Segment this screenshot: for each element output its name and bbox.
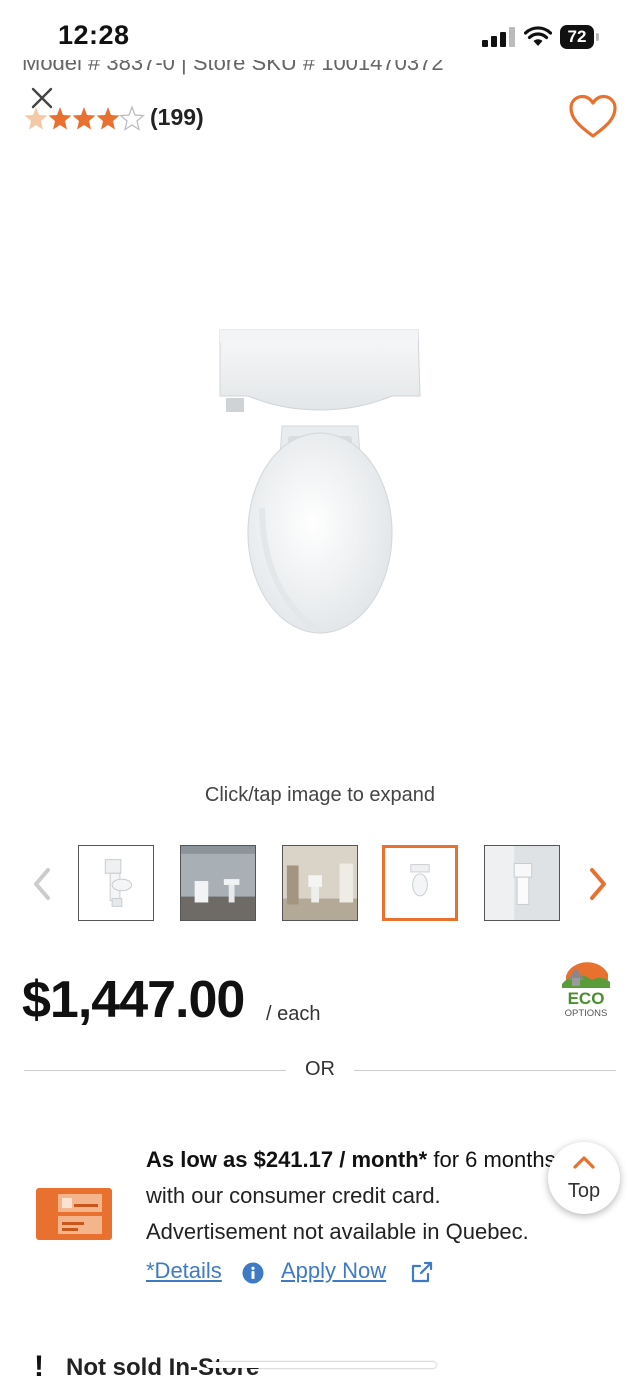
alert-icon: !: [34, 1350, 44, 1383]
star-icon: [96, 107, 120, 130]
svg-text:OPTIONS: OPTIONS: [565, 1008, 608, 1019]
thumbnail-1[interactable]: [78, 845, 154, 921]
expand-hint: Click/tap image to expand: [204, 784, 436, 806]
details-link[interactable]: *Details: [146, 1258, 222, 1284]
thumbnail-2[interactable]: [180, 845, 256, 921]
chevron-up-icon: [573, 1156, 595, 1169]
svg-text:ECO: ECO: [568, 989, 605, 1008]
heart-icon[interactable]: [568, 94, 618, 140]
thumbnail-4-selected[interactable]: [382, 845, 458, 921]
signal-icon: [482, 27, 515, 47]
status-time: 12:28: [58, 20, 130, 50]
quebec-disclaimer: Advertisement not available in Quebec.: [146, 1219, 529, 1244]
or-divider-text: OR: [305, 1058, 335, 1080]
back-to-top-label: Top: [567, 1180, 601, 1202]
info-icon[interactable]: [242, 1262, 264, 1284]
review-count[interactable]: (199): [150, 104, 204, 131]
chevron-right-icon[interactable]: [584, 864, 612, 904]
eco-options-icon[interactable]: ECO OPTIONS: [556, 958, 616, 1020]
star-icon: [48, 107, 72, 130]
chevron-left-icon[interactable]: [28, 864, 56, 904]
divider-line: [24, 1070, 286, 1071]
external-link-icon[interactable]: [410, 1260, 434, 1284]
rating-stars[interactable]: [24, 104, 146, 132]
star-icon: [72, 107, 96, 130]
credit-card-icon: [36, 1188, 112, 1240]
divider-line: [354, 1070, 616, 1071]
financing-offer: As low as $241.17 / month* for 6 months: [146, 1147, 556, 1172]
home-indicator[interactable]: [206, 1362, 436, 1368]
price: $1,447.00: [22, 971, 245, 1029]
star-icon: [119, 106, 145, 131]
battery-level: 72: [560, 25, 594, 49]
battery-icon: 72: [560, 25, 600, 49]
model-sku-line: Model # 3837-0 | Store SKU # 1001470372: [22, 60, 444, 75]
apply-now-link[interactable]: Apply Now: [281, 1258, 386, 1284]
financing-card-text: with our consumer credit card.: [146, 1183, 441, 1208]
price-unit: / each: [266, 1003, 321, 1025]
wifi-icon: [524, 26, 552, 46]
product-image[interactable]: [200, 318, 440, 648]
thumbnail-5[interactable]: [484, 845, 560, 921]
back-to-top-button[interactable]: Top: [548, 1142, 620, 1214]
star-icon: [24, 107, 48, 130]
availability-status: Not sold In-Store: [66, 1354, 260, 1381]
thumbnail-3[interactable]: [282, 845, 358, 921]
